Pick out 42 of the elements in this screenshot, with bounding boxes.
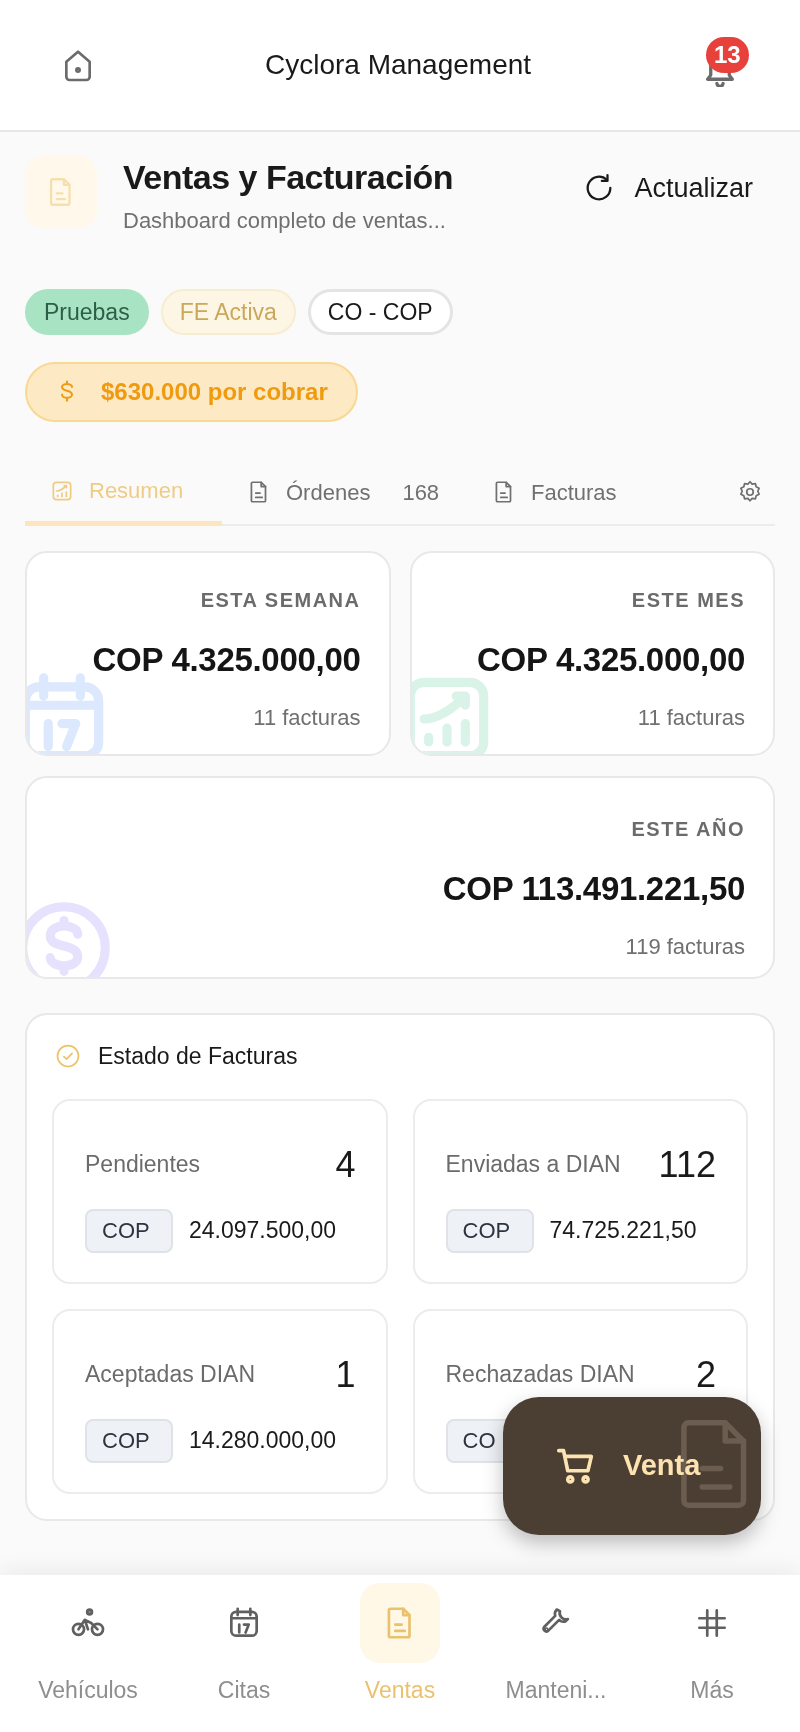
card-label: ESTE MES bbox=[631, 588, 745, 613]
status-amount: 74.725.221,50 bbox=[549, 1216, 697, 1246]
refresh-button[interactable]: Actualizar bbox=[582, 167, 753, 209]
status-label: Rechazadas DIAN bbox=[445, 1360, 635, 1390]
card-amount: COP 4.325.000,00 bbox=[477, 640, 745, 680]
new-sale-button[interactable]: Venta bbox=[503, 1397, 761, 1535]
page-subtitle: Dashboard completo de ventas... bbox=[123, 206, 447, 235]
status-label: Enviadas a DIAN bbox=[445, 1150, 621, 1180]
panel-title: Estado de Facturas bbox=[98, 1042, 298, 1071]
nav-item[interactable]: Vehículos bbox=[10, 1575, 166, 1732]
status-label: Pendientes bbox=[85, 1150, 201, 1180]
nav-item[interactable]: Citas bbox=[166, 1575, 322, 1732]
card-count: 11 facturas bbox=[253, 703, 361, 732]
status-amount: 14.280.000,00 bbox=[189, 1426, 337, 1456]
card-label: ESTE AÑO bbox=[631, 817, 745, 842]
page-title: Ventas y Facturación bbox=[123, 156, 455, 198]
card-count: 119 facturas bbox=[625, 932, 745, 961]
nav-item[interactable]: Más bbox=[634, 1575, 790, 1732]
card-amount: COP 4.325.000,00 bbox=[92, 640, 361, 680]
notification-badge: 13 bbox=[706, 37, 749, 73]
currency-chip: COP bbox=[85, 1418, 173, 1463]
tab[interactable]: Órdenes 168 bbox=[222, 460, 467, 524]
status-amount: 24.097.500,00 bbox=[189, 1216, 337, 1246]
card-count: 11 facturas bbox=[637, 703, 745, 732]
status-label: Aceptadas DIAN bbox=[85, 1360, 256, 1390]
status-tag: FE Activa bbox=[160, 289, 296, 335]
status-count: 112 bbox=[658, 1144, 716, 1185]
app-title: Cyclora Management bbox=[264, 48, 532, 82]
status-count: 1 bbox=[335, 1354, 356, 1395]
tab[interactable]: Facturas bbox=[467, 460, 700, 524]
card-label: ESTA SEMANA bbox=[200, 588, 361, 613]
currency-chip: COP bbox=[85, 1208, 173, 1253]
card-amount: COP 113.491.221,50 bbox=[442, 869, 745, 909]
status-count: 4 bbox=[335, 1144, 356, 1185]
currency-chip: COP bbox=[445, 1208, 534, 1253]
tab-count: 168 bbox=[402, 478, 440, 507]
nav-item[interactable]: Manteni... bbox=[478, 1575, 634, 1732]
pending-amount: $630.000 por cobrar bbox=[101, 377, 328, 407]
status-tag: Pruebas bbox=[25, 289, 149, 335]
nav-item[interactable]: Ventas bbox=[322, 1575, 478, 1732]
status-tag: CO - COP bbox=[307, 289, 453, 335]
status-count: 2 bbox=[695, 1354, 716, 1395]
